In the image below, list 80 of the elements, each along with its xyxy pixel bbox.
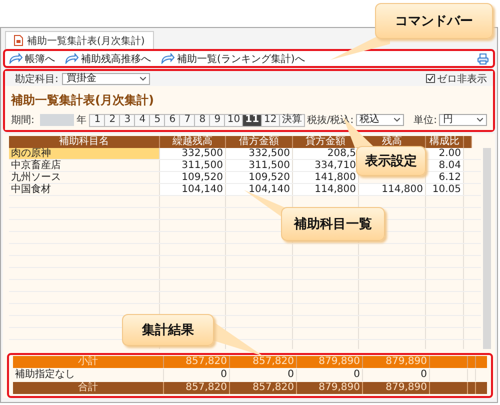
- account-dropdown[interactable]: 買掛金: [62, 72, 150, 84]
- summary-label: 小計: [13, 356, 164, 368]
- command-link[interactable]: 補助残高推移へ: [65, 52, 151, 66]
- month-button[interactable]: 12: [261, 114, 280, 126]
- table-cell: 311,500: [226, 160, 293, 171]
- table-cell: 104,140: [160, 184, 226, 195]
- printer-icon[interactable]: [477, 52, 489, 64]
- redo-arrow-icon: [9, 53, 23, 64]
- summary-value: 0: [363, 369, 430, 381]
- table-cell: 104,140: [226, 184, 293, 195]
- month-button[interactable]: 1: [89, 114, 106, 126]
- tax-dropdown[interactable]: 税込: [356, 114, 404, 126]
- command-link[interactable]: 帳簿へ: [9, 52, 55, 66]
- tab-title: 補助一覧集計表(月次集計): [27, 34, 145, 48]
- month-button[interactable]: 9: [209, 114, 226, 126]
- callout-label: 補助科目一覧: [281, 207, 385, 241]
- month-button[interactable]: 決算: [278, 114, 305, 126]
- summary-value: 857,820: [164, 382, 230, 394]
- table-cell: 334,710: [293, 160, 359, 171]
- table-cell: 208,5: [293, 148, 359, 159]
- summary-value: 857,820: [230, 382, 297, 394]
- redo-arrow-icon: [161, 53, 175, 64]
- report-title: 補助一覧集計表(月次集計): [11, 92, 155, 109]
- month-button[interactable]: 5: [149, 114, 166, 126]
- document-tab[interactable]: 補助一覧集計表(月次集計): [5, 31, 154, 49]
- document-icon: [14, 35, 23, 46]
- chevron-icon: [140, 76, 146, 80]
- table-cell: 6.12: [426, 172, 464, 183]
- chevron-icon: [477, 118, 483, 122]
- summary-value: 857,820: [230, 356, 297, 368]
- month-button[interactable]: 11: [242, 114, 262, 126]
- table-cell: 114,800: [359, 184, 426, 195]
- redo-arrow-icon: [65, 53, 79, 64]
- month-button[interactable]: 10: [224, 114, 244, 126]
- table-cell: 141,800: [293, 172, 359, 183]
- column-header: 構成比: [426, 136, 464, 148]
- account-label: 勘定科目:: [15, 72, 58, 86]
- column-header: 繰越残高: [160, 136, 226, 148]
- header-corner: [464, 136, 472, 148]
- summary-value: 0: [164, 369, 230, 381]
- year-label: 年: [76, 114, 86, 127]
- summary-value: 879,890: [297, 356, 363, 368]
- table-cell: 332,500: [226, 148, 293, 159]
- checkbox[interactable]: [426, 74, 435, 83]
- table-cell: 311,500: [160, 160, 226, 171]
- month-button[interactable]: 3: [119, 114, 136, 126]
- column-header: 補助科目名: [9, 136, 160, 148]
- command-link[interactable]: 補助一覧(ランキング集計)へ: [161, 52, 305, 66]
- scrollbar[interactable]: [483, 148, 491, 349]
- summary-value: 879,890: [297, 382, 363, 394]
- summary-label: 補助指定なし: [13, 369, 164, 381]
- table-cell: 8.04: [426, 160, 464, 171]
- table-cell: 114,800: [293, 184, 359, 195]
- callout-label: 集計結果: [122, 314, 214, 346]
- table-cell: 109,520: [226, 172, 293, 183]
- callout-label: 表示設定: [356, 146, 426, 176]
- summary-value: 857,820: [164, 356, 230, 368]
- column-header: 借方金額: [226, 136, 293, 148]
- unit-dropdown[interactable]: 円: [439, 114, 487, 126]
- callout-label: コマンドバー: [375, 3, 493, 39]
- table-cell: 332,500: [160, 148, 226, 159]
- year-field[interactable]: [40, 114, 74, 126]
- month-button[interactable]: 7: [179, 114, 196, 126]
- table-cell: 2.00: [426, 148, 464, 159]
- zero-hide-label: ゼロ非表示: [437, 72, 487, 86]
- summary-value: 879,890: [363, 356, 430, 368]
- table-cell[interactable]: 肉の原神: [9, 148, 160, 159]
- month-button[interactable]: 6: [164, 114, 180, 126]
- summary-value: 0: [297, 369, 363, 381]
- month-button[interactable]: 8: [194, 114, 210, 126]
- month-button[interactable]: 4: [134, 114, 150, 126]
- summary-label: 合計: [13, 382, 164, 394]
- summary-value: 879,890: [363, 382, 430, 394]
- table-cell: 10.05: [426, 184, 464, 195]
- table-cell: 109,520: [160, 172, 226, 183]
- unit-label: 単位:: [414, 114, 437, 127]
- summary-value: 0: [230, 369, 297, 381]
- month-button[interactable]: 2: [104, 114, 120, 126]
- chevron-icon: [394, 118, 400, 122]
- period-label: 期間:: [11, 114, 34, 127]
